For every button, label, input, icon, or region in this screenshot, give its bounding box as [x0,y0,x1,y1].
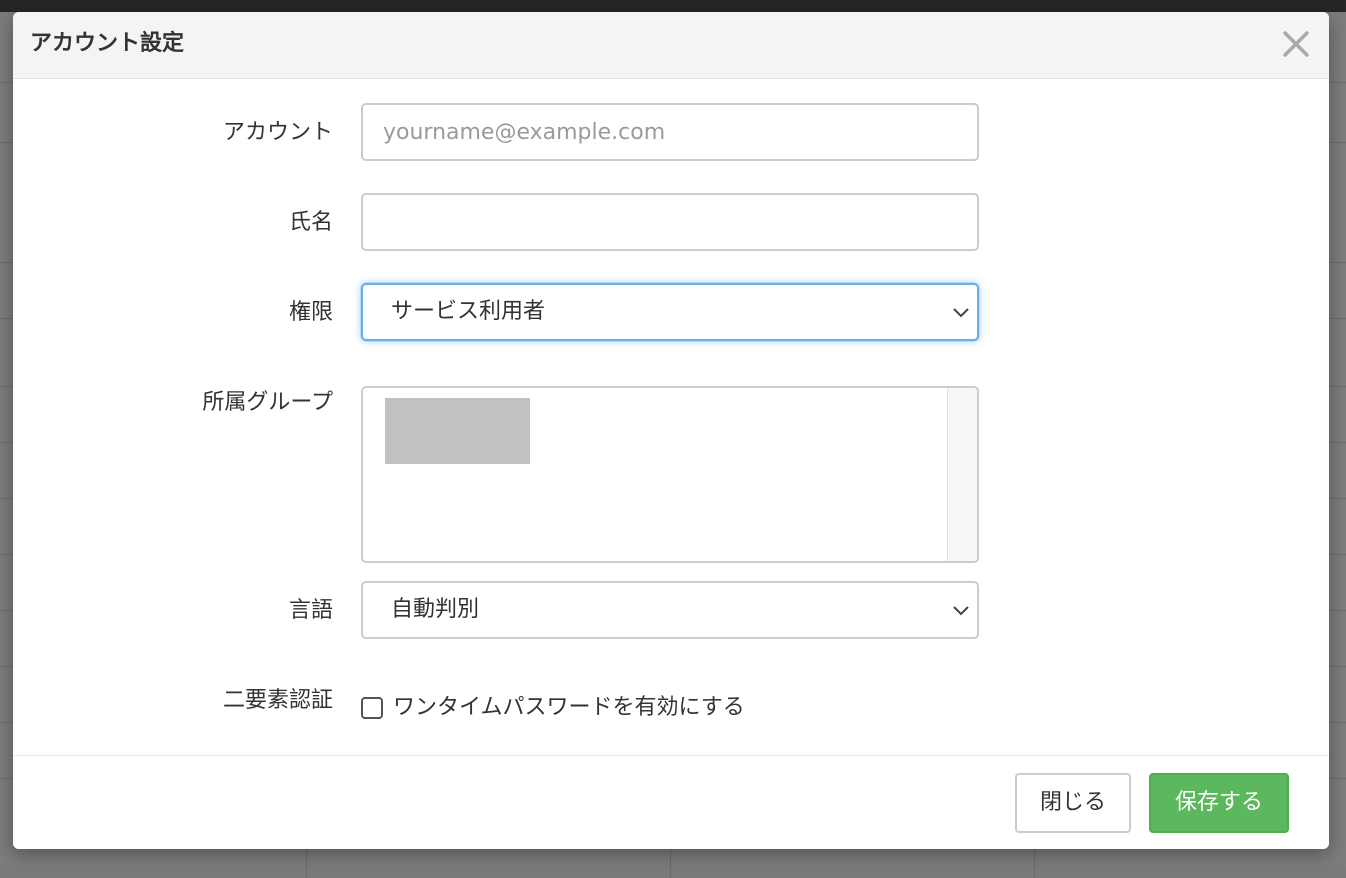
chevron-down-icon [953,308,969,318]
close-button[interactable] [1281,29,1311,59]
account-input[interactable] [361,103,979,161]
two-factor-checkbox[interactable] [361,697,383,719]
full-name-label: 氏名 [288,210,333,235]
modal-title: アカウント設定 [30,31,185,56]
modal-footer: 閉じる 保存する [13,755,1329,849]
full-name-input[interactable] [361,193,979,251]
groups-listbox[interactable] [361,386,979,563]
account-label: アカウント [222,120,333,145]
language-label: 言語 [288,598,333,623]
two-factor-option[interactable]: ワンタイムパスワードを有効にする [361,691,745,725]
role-select[interactable]: サービス利用者 [361,283,979,341]
group-item-placeholder[interactable] [385,398,530,464]
groups-scrollbar[interactable] [947,388,977,561]
account-settings-modal: アカウント設定 アカウント 氏名 権限 サービス利用者 所属グループ 言語 自動… [13,12,1329,849]
background-topbar [0,0,1346,12]
language-selected-value: 自動判別 [391,597,480,622]
save-button[interactable]: 保存する [1149,773,1289,833]
chevron-down-icon [953,606,969,616]
language-select[interactable]: 自動判別 [361,581,979,639]
modal-header: アカウント設定 [13,12,1329,79]
role-label: 権限 [288,300,333,325]
role-selected-value: サービス利用者 [391,299,546,324]
two-factor-label: 二要素認証 [222,688,333,713]
modal-body: アカウント 氏名 権限 サービス利用者 所属グループ 言語 自動判別 二要素認証… [13,79,1329,755]
two-factor-checkbox-label[interactable]: ワンタイムパスワードを有効にする [393,693,745,723]
close-dialog-button[interactable]: 閉じる [1015,773,1131,833]
groups-label: 所属グループ [202,390,333,415]
close-icon [1283,31,1309,57]
